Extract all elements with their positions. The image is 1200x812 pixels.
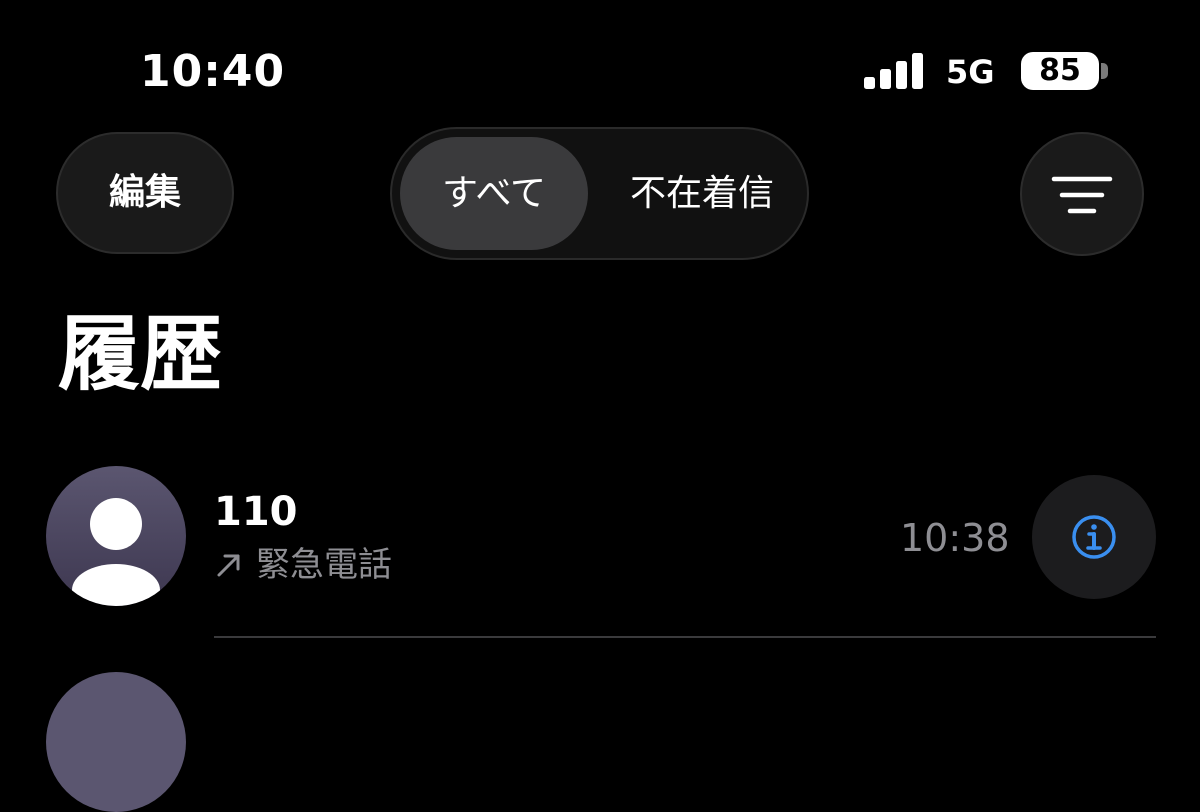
cellular-signal-icon [864, 53, 923, 89]
battery-tip [1101, 63, 1108, 79]
call-time: 10:38 [900, 516, 1010, 560]
page-title: 履歴 [58, 307, 223, 402]
caller-number: 110 [214, 489, 298, 535]
call-type: 緊急電話 [214, 540, 392, 590]
recents-segmented-control: すべて 不在着信 [390, 127, 809, 260]
edit-button[interactable]: 編集 [56, 132, 234, 254]
info-icon [1072, 515, 1116, 559]
battery-icon: 85 [1021, 52, 1099, 90]
outgoing-arrow-icon [217, 554, 240, 577]
person-icon [72, 498, 160, 606]
filter-button[interactable] [1020, 132, 1144, 256]
segment-all[interactable]: すべて [400, 137, 588, 250]
row-divider [214, 636, 1156, 638]
segment-missed[interactable]: 不在着信 [602, 137, 802, 250]
filter-lines-icon [1051, 176, 1113, 214]
call-type-label: 緊急電話 [256, 545, 392, 585]
avatar [46, 672, 186, 812]
battery-level: 85 [1039, 53, 1081, 88]
call-row[interactable]: 110 緊急電話 10:38 [0, 460, 1200, 638]
status-time: 10:40 [140, 46, 286, 97]
network-type: 5G [946, 53, 995, 91]
avatar [46, 466, 186, 606]
info-button[interactable] [1032, 475, 1156, 599]
